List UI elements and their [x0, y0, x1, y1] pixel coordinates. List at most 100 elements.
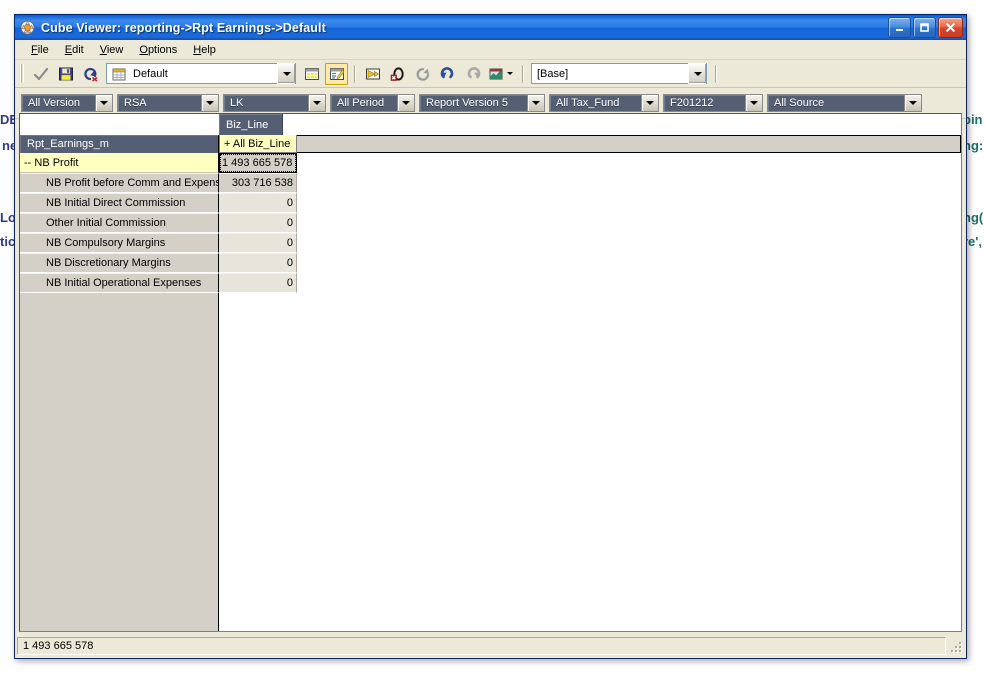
grid-rows: -- NB Profit 1 493 665 578 NB Profit bef…: [20, 153, 961, 631]
dimension-filter-period[interactable]: All Period: [330, 93, 415, 112]
menu-item-help[interactable]: Help: [185, 42, 224, 58]
window-title: Cube Viewer: reporting->Rpt Earnings->De…: [41, 20, 326, 35]
row-header-label[interactable]: NB Compulsory Margins: [20, 233, 219, 253]
toolbar-grip[interactable]: [20, 64, 24, 83]
data-cell[interactable]: 303 716 538: [219, 173, 297, 193]
base-combo[interactable]: [Base]: [531, 63, 707, 84]
table-row: NB Discretionary Margins 0: [20, 253, 961, 273]
status-bar: 1 493 665 578: [17, 636, 964, 656]
dimension-filter-tax-fund[interactable]: All Tax_Fund: [549, 93, 659, 112]
data-cell[interactable]: 1 493 665 578: [219, 153, 297, 173]
row-header-label[interactable]: NB Discretionary Margins: [20, 253, 219, 273]
dimension-value-tax-fund: All Tax_Fund: [556, 96, 620, 109]
table-row: NB Compulsory Margins 0: [20, 233, 961, 253]
toolbar-separator-3: [715, 64, 716, 83]
view-combo-value: Default: [133, 67, 168, 80]
cube-viewer-window: Cube Viewer: reporting->Rpt Earnings->De…: [14, 14, 967, 659]
data-cell[interactable]: 0: [219, 233, 297, 253]
minimize-button[interactable]: [888, 17, 911, 38]
grid-edit-view-button[interactable]: [325, 62, 348, 85]
toolbar: Default [Base]: [15, 60, 966, 88]
menu-item-options[interactable]: Options: [131, 42, 185, 58]
execute-button[interactable]: [361, 63, 384, 85]
table-row: NB Initial Operational Expenses 0: [20, 273, 961, 293]
column-member-header[interactable]: + All Biz_Line: [219, 135, 297, 153]
base-combo-arrow[interactable]: [688, 63, 706, 84]
toolbar-separator-1: [354, 64, 355, 83]
dimension-arrow-currency[interactable]: [308, 94, 325, 111]
menu-mnemonic: O: [139, 43, 148, 56]
dimension-arrow-fund[interactable]: [745, 94, 762, 111]
data-cell[interactable]: 0: [219, 273, 297, 293]
status-text: 1 493 665 578: [17, 637, 946, 655]
row-header-label[interactable]: NB Initial Operational Expenses: [20, 273, 219, 293]
redo-button[interactable]: [461, 63, 484, 85]
dimension-arrow-tax-fund[interactable]: [641, 94, 658, 111]
title-bar[interactable]: Cube Viewer: reporting->Rpt Earnings->De…: [15, 15, 966, 40]
dimension-value-fund: F201212: [670, 96, 714, 109]
base-combo-value: [Base]: [537, 67, 569, 80]
dimension-arrow-report-version[interactable]: [527, 94, 544, 111]
table-row: Other Initial Commission 0: [20, 213, 961, 233]
row-header-label[interactable]: NB Initial Direct Commission: [20, 193, 219, 213]
dimension-value-country: RSA: [124, 96, 147, 109]
menu-item-edit[interactable]: Edit: [57, 42, 92, 58]
chart-dropdown-arrow[interactable]: [507, 72, 513, 75]
data-cell[interactable]: 0: [219, 193, 297, 213]
revert-button[interactable]: [79, 63, 102, 85]
recalculate-button[interactable]: [411, 63, 434, 85]
table-row: NB Initial Direct Commission 0: [20, 193, 961, 213]
undo-button[interactable]: [436, 63, 459, 85]
dimension-filter-report-version[interactable]: Report Version 5: [419, 93, 545, 112]
column-header-filler: [297, 135, 961, 153]
table-row: -- NB Profit 1 493 665 578: [20, 153, 961, 173]
apply-checkmark-button[interactable]: [29, 63, 52, 85]
data-cell[interactable]: 0: [219, 253, 297, 273]
row-header-empty-area: [20, 293, 219, 631]
row-header-label[interactable]: Other Initial Commission: [20, 213, 219, 233]
column-header-band: Biz_Line: [219, 114, 961, 135]
dimension-value-report-version: Report Version 5: [426, 96, 508, 109]
dimension-filter-fund[interactable]: F201212: [663, 93, 763, 112]
dimension-value-currency: LK: [230, 96, 244, 109]
toolbar-separator-2: [522, 64, 523, 83]
dimension-arrow-period[interactable]: [397, 94, 414, 111]
menu-item-file[interactable]: File: [23, 42, 57, 58]
window-controls: [888, 17, 964, 38]
view-combo-arrow[interactable]: [277, 63, 295, 84]
menu-mnemonic: V: [99, 43, 107, 56]
dimension-value-version: All Version: [28, 96, 80, 109]
grid-header-row: Rpt_Earnings_m + All Biz_Line: [20, 135, 961, 153]
save-button[interactable]: [54, 63, 77, 85]
close-button[interactable]: [938, 17, 963, 38]
view-combo[interactable]: Default: [106, 63, 296, 84]
dimension-value-period: All Period: [337, 96, 385, 109]
cube-icon: [19, 19, 36, 36]
stop-button[interactable]: [386, 63, 409, 85]
dimension-arrow-country[interactable]: [201, 94, 218, 111]
dimension-filter-version[interactable]: All Version: [21, 93, 113, 112]
column-dimension-header[interactable]: Biz_Line: [219, 114, 283, 135]
table-row: NB Profit before Comm and Expense 303 71…: [20, 173, 961, 193]
row-dimension-header[interactable]: Rpt_Earnings_m: [20, 135, 219, 153]
dimension-arrow-source[interactable]: [904, 94, 921, 111]
row-header-label[interactable]: NB Profit before Comm and Expense: [20, 173, 219, 193]
grid-view-button[interactable]: [300, 63, 323, 85]
menu-mnemonic: H: [193, 43, 202, 56]
dimension-filter-country[interactable]: RSA: [117, 93, 219, 112]
cube-grid-icon: [107, 67, 128, 81]
background-text-left-4: tic: [0, 234, 16, 249]
chart-button[interactable]: [486, 63, 516, 85]
dimension-arrow-version[interactable]: [95, 94, 112, 111]
dimension-filter-source[interactable]: All Source: [767, 93, 922, 112]
menu-mnemonic: F: [31, 43, 38, 56]
resize-grip[interactable]: [948, 638, 964, 654]
menu-item-view[interactable]: View: [92, 42, 132, 58]
menu-mnemonic: E: [64, 43, 73, 56]
grid-client-area: Biz_Line Rpt_Earnings_m + All Biz_Line -…: [19, 113, 962, 632]
cube-grid: Biz_Line Rpt_Earnings_m + All Biz_Line -…: [20, 114, 961, 631]
row-header-label[interactable]: -- NB Profit: [20, 153, 219, 173]
dimension-filter-currency[interactable]: LK: [223, 93, 326, 112]
maximize-button[interactable]: [913, 17, 936, 38]
data-cell[interactable]: 0: [219, 213, 297, 233]
